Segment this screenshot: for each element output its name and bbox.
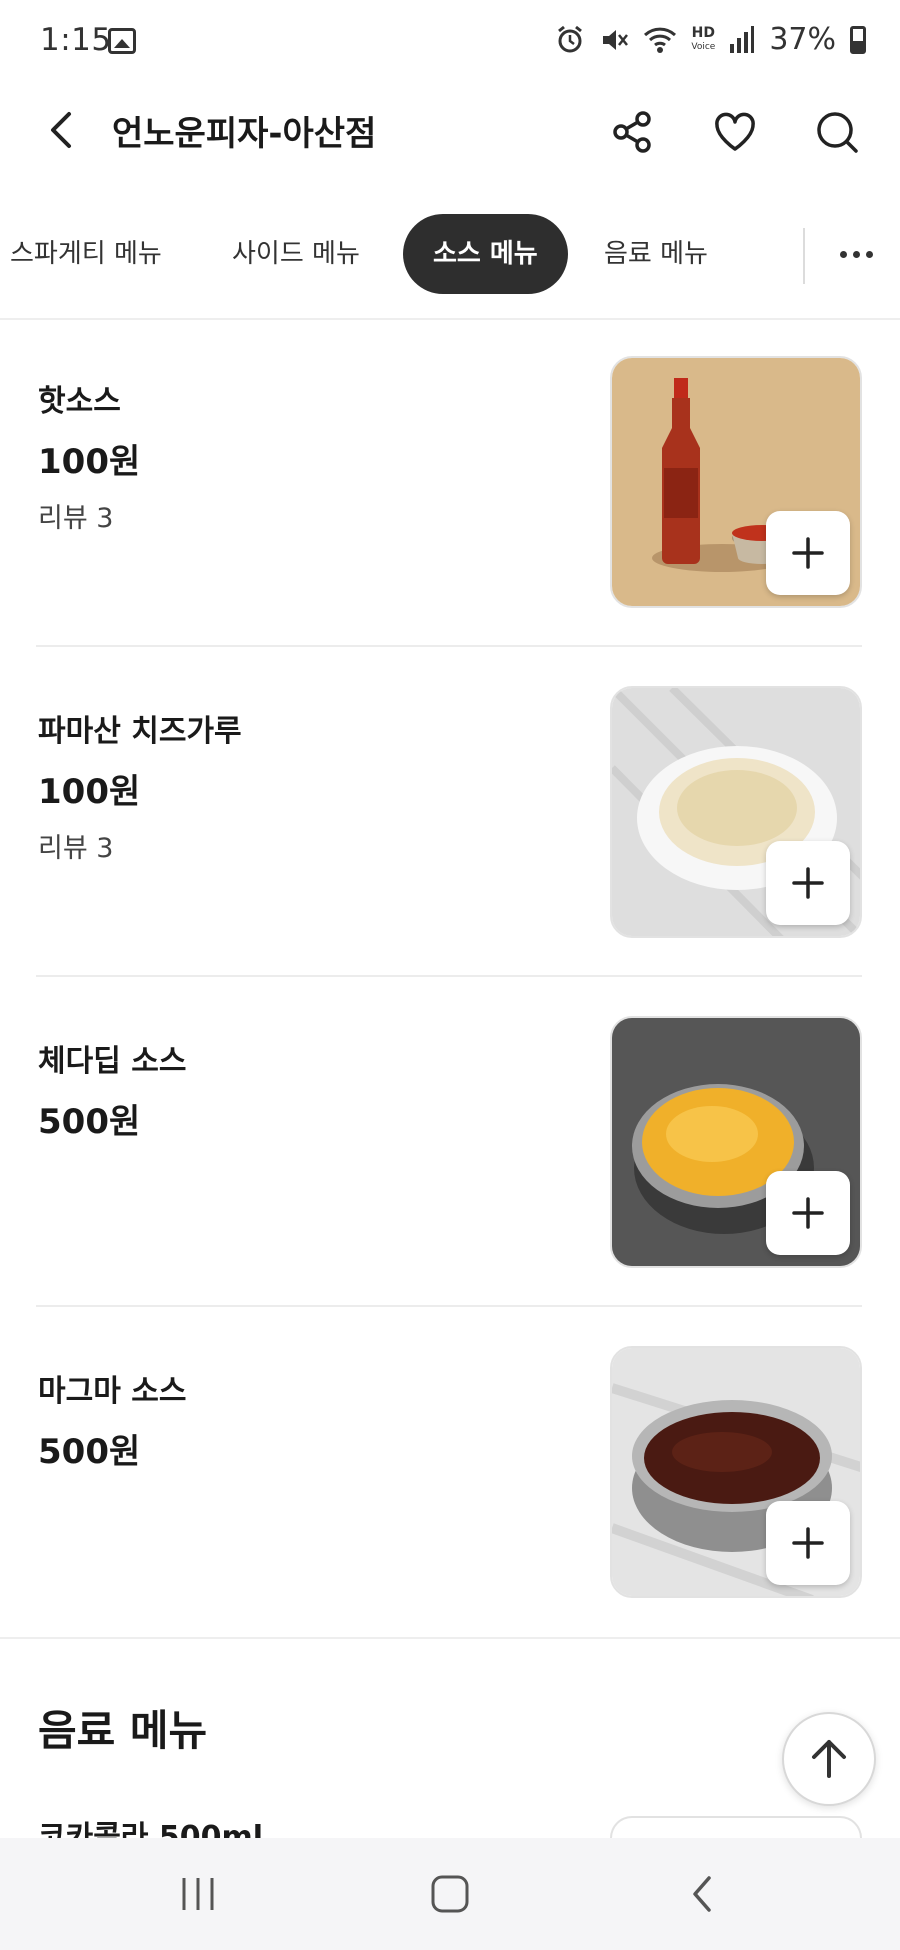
item-name: 체다딥 소스 <box>38 1044 187 1079</box>
plus-icon <box>792 867 824 899</box>
add-to-cart-button[interactable] <box>766 511 850 595</box>
more-dot-icon <box>839 250 847 258</box>
search-button[interactable] <box>807 102 867 162</box>
share-button[interactable] <box>603 102 663 162</box>
item-price: 500원 <box>38 1432 141 1472</box>
more-dot-icon <box>865 250 873 258</box>
app-screen: 1:15 HDVoice 37% 언노운피자-아산점 스파게티 메뉴 사이드 <box>0 0 900 1950</box>
plus-icon <box>792 1197 824 1229</box>
chevron-left-icon <box>693 1876 711 1912</box>
item-price: 500원 <box>38 1102 141 1142</box>
gallery-notification-icon <box>108 28 136 54</box>
menu-item[interactable]: 마그마 소스 500원 <box>0 1346 900 1676</box>
tab-sauce[interactable]: 소스 메뉴 <box>403 214 568 294</box>
tab-spaghetti[interactable]: 스파게티 메뉴 <box>10 214 162 294</box>
share-icon <box>613 111 651 153</box>
home-button[interactable] <box>410 1866 490 1922</box>
item-name: 핫소스 <box>38 384 121 419</box>
item-price: 100원 <box>38 772 141 812</box>
section-divider <box>0 1637 900 1639</box>
chevron-left-icon <box>51 112 71 148</box>
item-name: 마그마 소스 <box>38 1374 187 1409</box>
scroll-to-top-button[interactable] <box>782 1712 876 1806</box>
system-back-button[interactable] <box>662 1866 742 1922</box>
menu-item[interactable]: 파마산 치즈가루 100원 리뷰 3 <box>0 686 900 1016</box>
back-button[interactable] <box>34 102 90 158</box>
add-to-cart-button[interactable] <box>766 1501 850 1585</box>
voice-label: Voice <box>691 41 716 52</box>
battery-percent: 37% <box>769 22 836 57</box>
item-divider <box>36 975 862 977</box>
section-title-drinks: 음료 메뉴 <box>38 1706 208 1755</box>
item-price: 100원 <box>38 442 141 482</box>
partial-item-name: 코카콜라 500ml <box>38 1820 264 1838</box>
plus-icon <box>792 1527 824 1559</box>
tab-side[interactable]: 사이드 메뉴 <box>232 214 360 294</box>
hd-label: HD <box>691 24 715 41</box>
store-header: 언노운피자-아산점 <box>0 84 900 180</box>
wifi-icon <box>644 27 677 53</box>
item-divider <box>36 1305 862 1307</box>
tab-drink[interactable]: 음료 메뉴 <box>604 214 708 294</box>
recent-apps-icon <box>182 1878 214 1910</box>
menu-item[interactable]: 핫소스 100원 리뷰 3 <box>0 356 900 686</box>
plus-icon <box>792 537 824 569</box>
arrow-up-icon <box>812 1740 846 1778</box>
search-icon <box>817 112 858 153</box>
more-dot-icon <box>852 250 860 258</box>
mute-icon <box>603 29 629 50</box>
heart-icon <box>715 112 755 151</box>
favorite-button[interactable] <box>705 102 765 162</box>
add-to-cart-button[interactable] <box>766 1171 850 1255</box>
recent-apps-button[interactable] <box>158 1866 238 1922</box>
item-divider <box>36 645 862 647</box>
menu-item[interactable]: 체다딥 소스 500원 <box>0 1016 900 1346</box>
hd-voice-icon: HD Voice <box>691 26 715 54</box>
status-time: 1:15 <box>40 22 112 58</box>
tabs-divider <box>803 228 805 284</box>
item-name: 파마산 치즈가루 <box>38 714 242 749</box>
system-nav-bar <box>0 1838 900 1950</box>
battery-icon <box>850 25 866 54</box>
tabs-bottom-border <box>0 318 900 320</box>
signal-icon <box>730 25 755 53</box>
status-bar: 1:15 HD Voice 37% <box>0 0 900 84</box>
category-tabs: 스파게티 메뉴 사이드 메뉴 소스 메뉴 음료 메뉴 <box>0 212 900 296</box>
home-icon <box>431 1875 469 1913</box>
status-icons: HD Voice 37% <box>555 22 866 57</box>
add-to-cart-button[interactable] <box>766 841 850 925</box>
item-review-count: 리뷰 3 <box>38 503 114 534</box>
store-title: 언노운피자-아산점 <box>112 114 377 154</box>
more-menu-button[interactable] <box>826 224 886 284</box>
alarm-icon <box>558 25 583 52</box>
item-review-count: 리뷰 3 <box>38 833 114 864</box>
